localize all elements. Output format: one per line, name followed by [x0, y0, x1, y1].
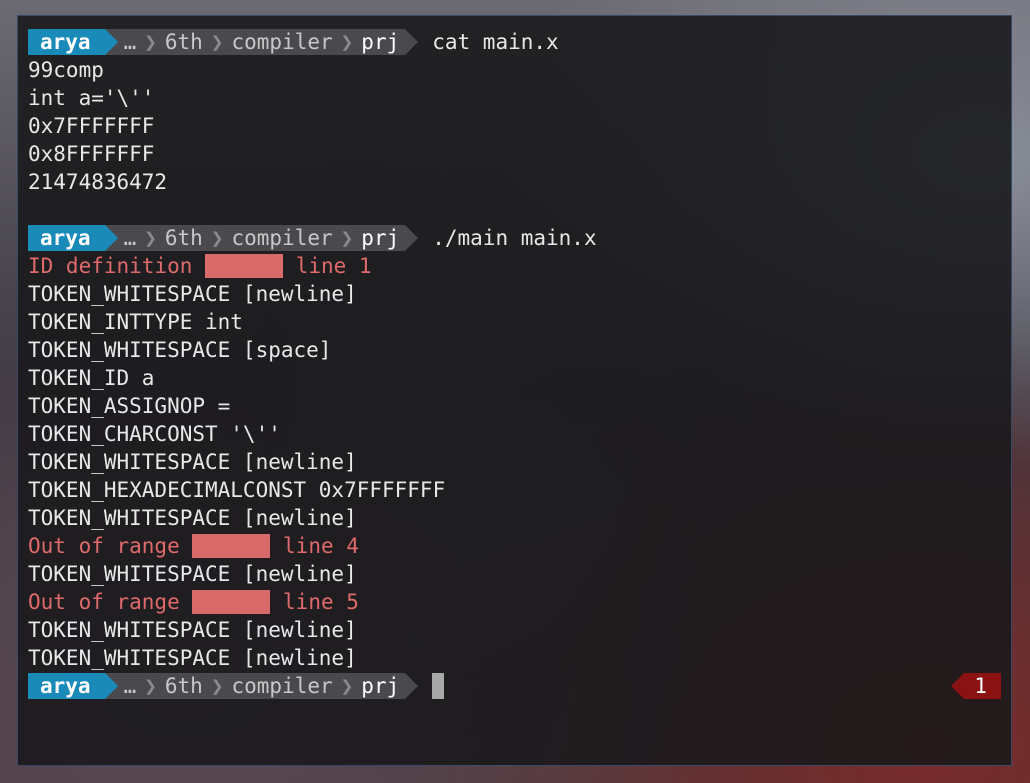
- output-text: TOKEN_WHITESPACE [newline]: [28, 450, 357, 474]
- error-line: Out of range line 5: [28, 588, 1001, 616]
- output-line-number: line 1: [295, 254, 372, 278]
- output-line: TOKEN_INTTYPE int: [28, 308, 1001, 336]
- prompt-path-part: compiler: [231, 226, 333, 250]
- output-text: TOKEN_WHITESPACE [newline]: [28, 618, 357, 642]
- prompt-path-part: …: [123, 674, 137, 698]
- chevron-right-icon: ❯: [144, 30, 157, 54]
- output-text: TOKEN_ID a: [28, 366, 155, 390]
- prompt-path-part: 6th: [164, 674, 203, 698]
- prompt-path-part: …: [123, 30, 137, 54]
- prompt-path-part: prj: [361, 674, 400, 698]
- output-line: TOKEN_HEXADECIMALCONST 0x7FFFFFFF: [28, 476, 1001, 504]
- text-cursor[interactable]: [432, 673, 445, 699]
- output-text: TOKEN_HEXADECIMALCONST 0x7FFFFFFF: [28, 478, 446, 502]
- prompt-path-segment: … ❯ 6th ❯ compiler ❯ prj: [104, 673, 406, 699]
- prompt-path-part: compiler: [231, 674, 333, 698]
- error-line: Out of range line 4: [28, 532, 1001, 560]
- redacted-value: [205, 254, 284, 278]
- output-line-number: line 5: [283, 590, 359, 614]
- terminal-window[interactable]: arya … ❯ 6th ❯ compiler ❯ prj cat main.x 99comp in…: [17, 15, 1012, 766]
- output-line: TOKEN_WHITESPACE [newline]: [28, 644, 1001, 672]
- output-text: TOKEN_ASSIGNOP =: [28, 394, 231, 418]
- chevron-right-icon: ❯: [340, 674, 354, 698]
- chevron-right-icon: ❯: [144, 674, 157, 698]
- output-line: 0x8FFFFFFF: [28, 140, 1001, 168]
- output-text: TOKEN_WHITESPACE [newline]: [28, 282, 357, 306]
- command-text: cat main.x: [432, 30, 559, 54]
- status-arrow-icon: [951, 673, 965, 699]
- redacted-value: [192, 534, 271, 558]
- prompt-arrow-icon: [104, 673, 118, 699]
- error-line: ID definition line 1: [28, 252, 1001, 280]
- redacted-value: [192, 590, 271, 614]
- output-line: TOKEN_ASSIGNOP =: [28, 392, 1001, 420]
- prompt-path-segment: … ❯ 6th ❯ compiler ❯ prj: [104, 29, 406, 55]
- prompt-path-part: …: [123, 226, 137, 250]
- chevron-right-icon: ❯: [144, 226, 157, 250]
- chevron-right-icon: ❯: [340, 226, 354, 250]
- output-text: ID definition: [28, 254, 193, 278]
- output-line-number: line 4: [283, 534, 359, 558]
- output-text: 0x7FFFFFFF: [28, 114, 155, 138]
- output-text: Out of range: [28, 534, 180, 558]
- output-text: int a='\'': [28, 86, 155, 110]
- chevron-right-icon: ❯: [210, 226, 224, 250]
- output-line: 0x7FFFFFFF: [28, 112, 1001, 140]
- output-text: 0x8FFFFFFF: [28, 142, 155, 166]
- exit-status-code: 1: [964, 673, 1001, 699]
- prompt-arrow-icon: [405, 29, 419, 55]
- output-line: TOKEN_WHITESPACE [space]: [28, 336, 1001, 364]
- exit-status-badge: 1: [951, 673, 1001, 699]
- chevron-right-icon: ❯: [340, 30, 354, 54]
- output-text: TOKEN_CHARCONST '\'': [28, 422, 281, 446]
- output-text: TOKEN_WHITESPACE [space]: [28, 338, 332, 362]
- prompt-path-part: 6th: [164, 226, 203, 250]
- terminal-output: arya … ❯ 6th ❯ compiler ❯ prj cat main.x 99comp in…: [28, 28, 1001, 700]
- prompt-user-segment: arya: [28, 673, 105, 699]
- prompt-arrow-icon: [405, 673, 419, 699]
- output-text: TOKEN_INTTYPE int: [28, 310, 243, 334]
- output-line: TOKEN_WHITESPACE [newline]: [28, 560, 1001, 588]
- prompt-arrow-icon: [104, 29, 118, 55]
- output-text: 99comp: [28, 58, 104, 82]
- chevron-right-icon: ❯: [210, 30, 224, 54]
- output-line: TOKEN_WHITESPACE [newline]: [28, 280, 1001, 308]
- output-line: 21474836472: [28, 168, 1001, 196]
- chevron-right-icon: ❯: [210, 674, 224, 698]
- output-line: TOKEN_WHITESPACE [newline]: [28, 504, 1001, 532]
- prompt-path-part: compiler: [231, 30, 333, 54]
- prompt-user-segment: arya: [28, 225, 105, 251]
- output-line: TOKEN_WHITESPACE [newline]: [28, 448, 1001, 476]
- output-text: 21474836472: [28, 170, 168, 194]
- output-text: TOKEN_WHITESPACE [newline]: [28, 562, 357, 586]
- command-text: ./main main.x: [432, 226, 597, 250]
- output-line: 99comp: [28, 56, 1001, 84]
- prompt-line: arya … ❯ 6th ❯ compiler ❯ prj ./main main.x: [28, 224, 1001, 252]
- prompt-arrow-icon: [104, 225, 118, 251]
- prompt-path-part: prj: [361, 30, 400, 54]
- output-line: int a='\'': [28, 84, 1001, 112]
- output-text: Out of range: [28, 590, 180, 614]
- prompt-user-segment: arya: [28, 29, 105, 55]
- output-line: TOKEN_ID a: [28, 364, 1001, 392]
- output-line: TOKEN_WHITESPACE [newline]: [28, 616, 1001, 644]
- prompt-path-part: 6th: [164, 30, 203, 54]
- prompt-line: arya … ❯ 6th ❯ compiler ❯ prj 1: [28, 672, 1001, 700]
- prompt-line: arya … ❯ 6th ❯ compiler ❯ prj cat main.x: [28, 28, 1001, 56]
- output-text: TOKEN_WHITESPACE [newline]: [28, 506, 357, 530]
- prompt-arrow-icon: [405, 225, 419, 251]
- prompt-path-part: prj: [361, 226, 400, 250]
- output-line: TOKEN_CHARCONST '\'': [28, 420, 1001, 448]
- output-text: TOKEN_WHITESPACE [newline]: [28, 646, 357, 670]
- prompt-path-segment: … ❯ 6th ❯ compiler ❯ prj: [104, 225, 406, 251]
